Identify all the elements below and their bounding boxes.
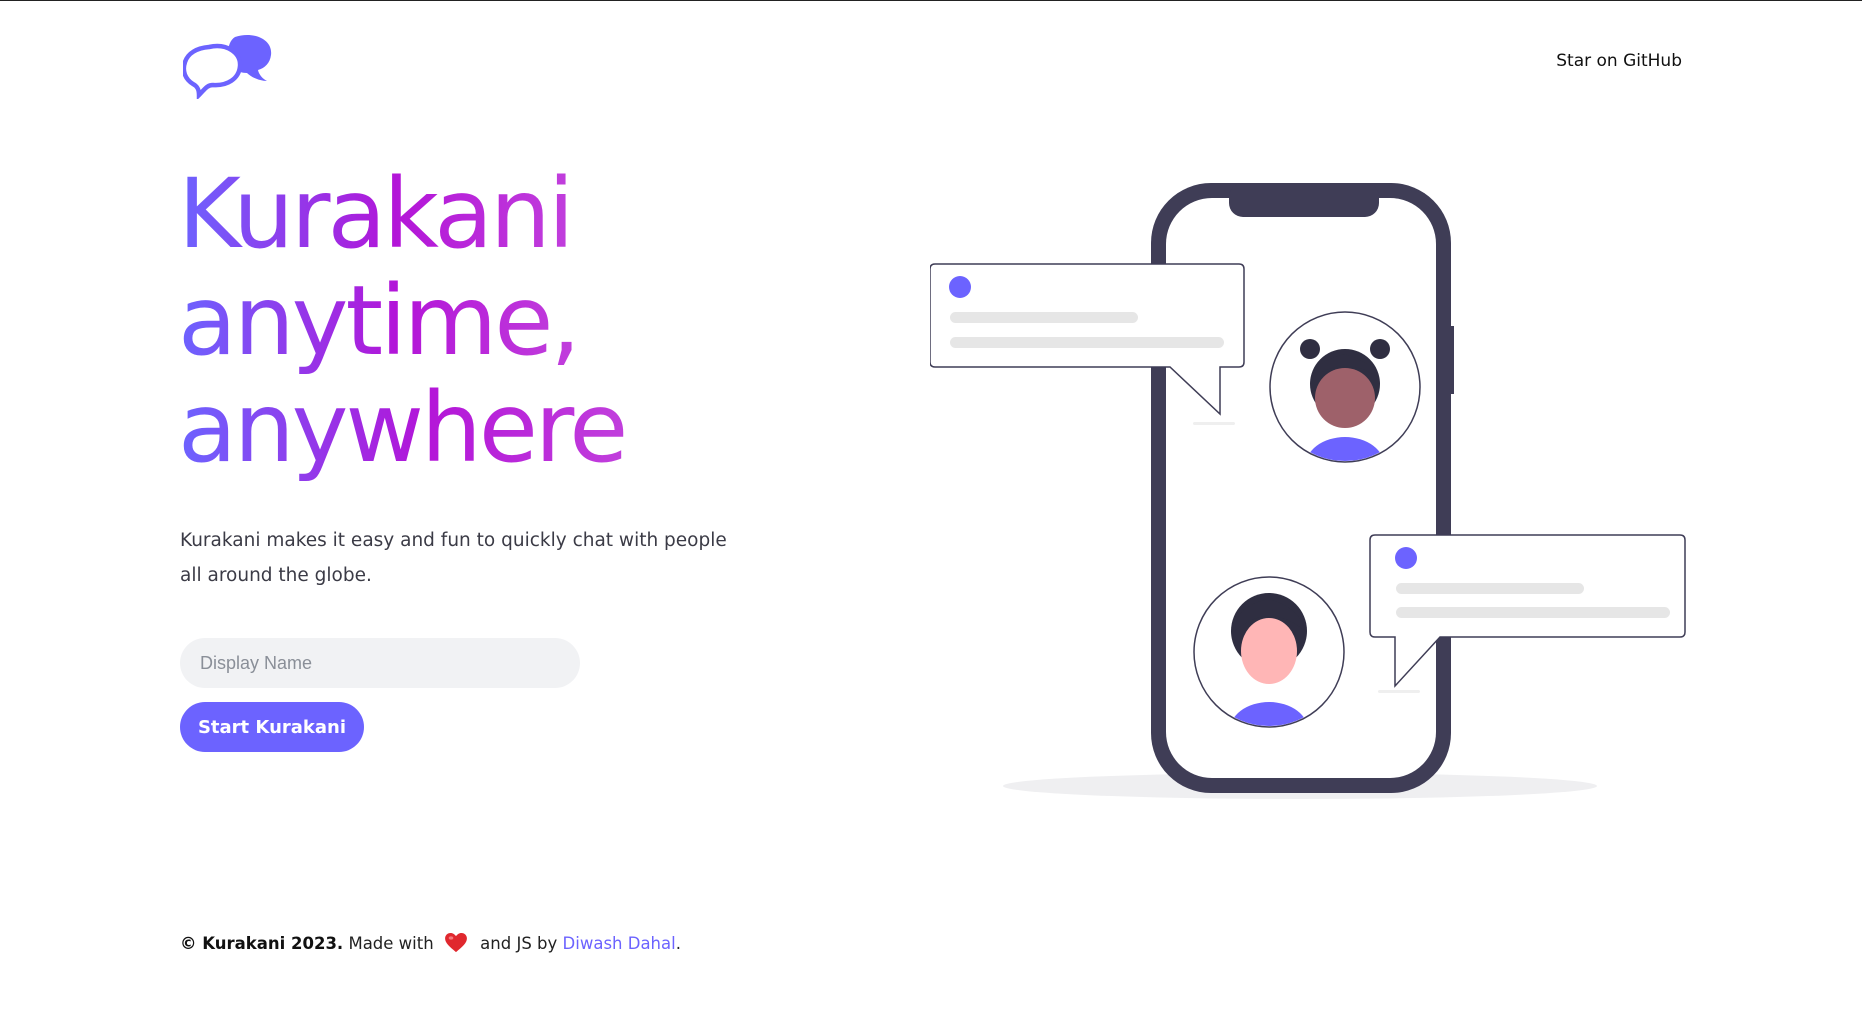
author-link[interactable]: Diwash Dahal: [563, 934, 676, 953]
footer-period: .: [675, 933, 681, 953]
github-link[interactable]: Star on GitHub: [1556, 51, 1682, 71]
display-name-input[interactable]: [180, 638, 580, 688]
chat-illustration: [930, 183, 1686, 799]
made-with-text: Made with: [343, 933, 439, 953]
chat-bubbles-icon[interactable]: [183, 31, 275, 99]
footer: © Kurakani 2023. Made with and JS by Diw…: [180, 933, 681, 953]
heart-icon: [445, 933, 467, 953]
hero-title-line: anywhere: [178, 372, 628, 484]
hero-title-line: Kurakani: [178, 158, 575, 270]
start-kurakani-button[interactable]: Start Kurakani: [180, 702, 364, 752]
hero-title: Kurakani anytime, anywhere: [178, 158, 628, 484]
copyright: © Kurakani 2023.: [180, 933, 344, 953]
hero-title-line: anytime,: [178, 265, 581, 377]
hero-description: Kurakani makes it easy and fun to quickl…: [180, 530, 727, 586]
and-js-text: and JS by: [474, 933, 563, 953]
